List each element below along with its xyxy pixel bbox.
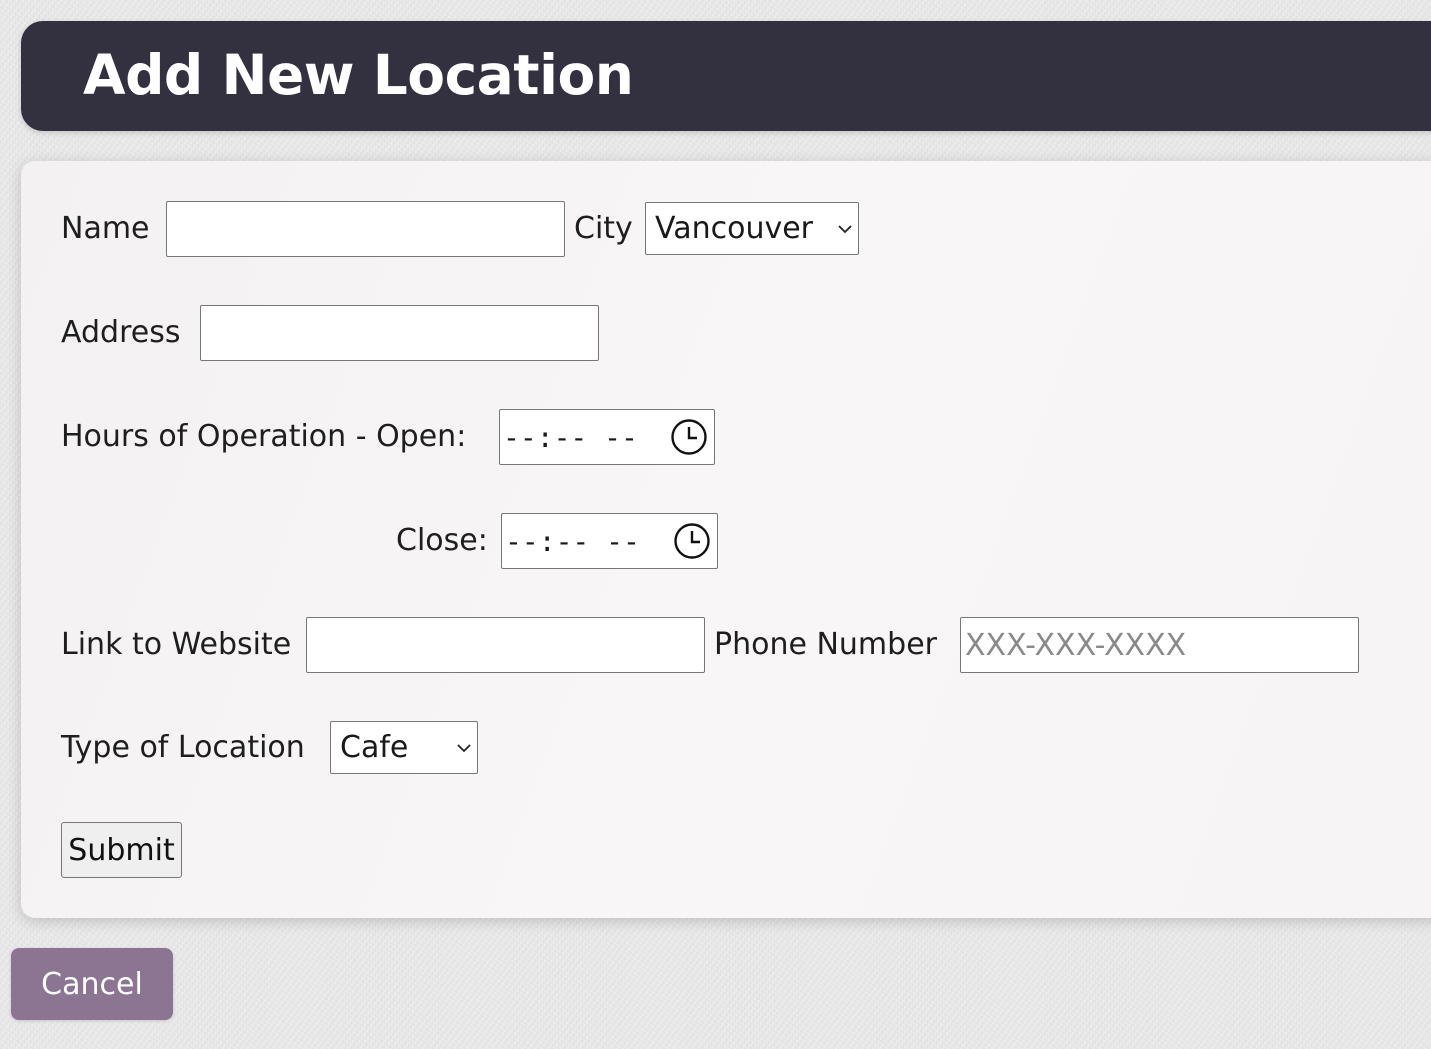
website-field-wrapper	[306, 617, 705, 673]
chevron-down-icon	[457, 743, 471, 752]
clock-icon[interactable]	[670, 418, 708, 456]
add-location-form: Name City Vancouver Address Hours of Ope…	[21, 161, 1431, 918]
chevron-down-icon	[838, 224, 852, 233]
location-type-select[interactable]: Cafe	[330, 721, 478, 774]
city-select[interactable]: Vancouver	[645, 202, 859, 255]
address-field-wrapper	[200, 305, 599, 361]
close-time-input[interactable]: --:-- --	[501, 513, 718, 569]
close-time-value: --:-- --	[505, 524, 640, 558]
hours-open-label: Hours of Operation - Open:	[61, 419, 467, 454]
open-time-input[interactable]: --:-- --	[499, 409, 715, 465]
clock-icon[interactable]	[673, 522, 711, 560]
location-type-label: Type of Location	[61, 730, 305, 765]
phone-label: Phone Number	[714, 627, 937, 662]
page-header: Add New Location	[21, 21, 1431, 131]
hours-close-label: Close:	[396, 523, 488, 558]
name-label: Name	[61, 211, 150, 246]
submit-button[interactable]: Submit	[61, 822, 182, 878]
address-input[interactable]	[201, 306, 598, 360]
website-label: Link to Website	[61, 627, 292, 662]
name-input[interactable]	[167, 202, 564, 256]
page-title: Add New Location	[83, 43, 634, 107]
address-label: Address	[61, 315, 181, 350]
city-select-value: Vancouver	[655, 211, 813, 246]
website-input[interactable]	[307, 618, 704, 672]
open-time-value: --:-- --	[503, 420, 638, 454]
location-type-select-value: Cafe	[340, 730, 409, 765]
name-field-wrapper	[166, 201, 565, 257]
cancel-button[interactable]: Cancel	[11, 948, 173, 1020]
city-label: City	[574, 211, 633, 246]
phone-field-wrapper	[960, 617, 1359, 673]
phone-input[interactable]	[961, 618, 1358, 672]
